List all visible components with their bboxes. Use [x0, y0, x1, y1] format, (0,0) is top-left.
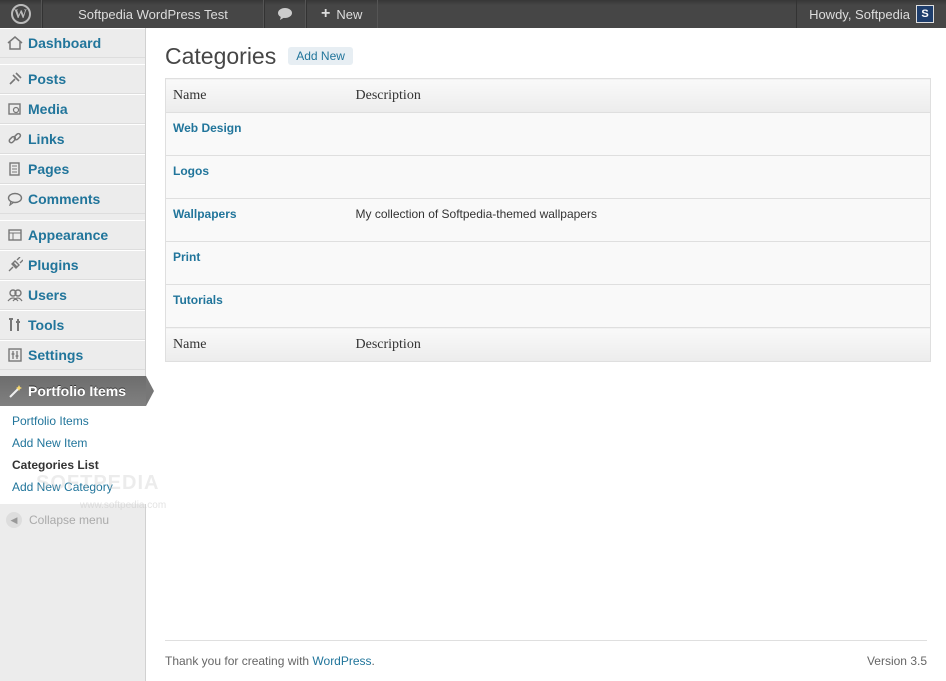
wordpress-logo-button[interactable]: W	[0, 0, 42, 28]
wordpress-logo-icon: W	[10, 4, 31, 24]
page-header: Categories Add New	[165, 28, 931, 84]
category-description-cell: My collection of Softpedia-themed wallpa…	[348, 198, 931, 242]
plus-icon: +	[321, 5, 331, 22]
menu-portfolio-items[interactable]: Portfolio Items	[0, 376, 154, 406]
table-row: Print	[165, 241, 931, 285]
comments-button[interactable]	[264, 0, 306, 28]
category-name-cell: Tutorials	[165, 284, 349, 328]
comment-icon	[6, 190, 24, 208]
column-footer-name[interactable]: Name	[165, 327, 349, 362]
dashboard-icon	[6, 34, 24, 52]
collapse-menu-label: Collapse menu	[29, 513, 110, 527]
admin-footer: Thank you for creating with WordPress. V…	[165, 640, 927, 668]
wordpress-link[interactable]: WordPress	[312, 654, 371, 668]
wand-icon	[6, 382, 24, 400]
collapse-menu-button[interactable]: ◀ Collapse menu	[0, 508, 145, 532]
menu-plugins[interactable]: Plugins	[0, 250, 145, 280]
menu-label: Tools	[28, 317, 65, 333]
table-footer-row: Name Description	[165, 327, 931, 362]
appearance-icon	[6, 226, 24, 244]
new-content-label: New	[336, 6, 363, 22]
page-title: Categories	[165, 42, 277, 69]
menu-tools[interactable]: Tools	[0, 310, 145, 340]
column-footer-description[interactable]: Description	[348, 327, 931, 362]
footer-thanks-text: Thank you for creating with	[165, 654, 313, 668]
admin-bar-spacer	[378, 0, 796, 28]
menu-pages[interactable]: Pages	[0, 154, 145, 184]
media-icon	[6, 100, 24, 118]
menu-appearance[interactable]: Appearance	[0, 220, 145, 250]
footer-thanks: Thank you for creating with WordPress.	[165, 654, 375, 668]
menu-label: Pages	[28, 161, 70, 177]
category-name-link[interactable]: Logos	[173, 164, 209, 178]
my-account-menu[interactable]: Howdy, Softpedia S	[796, 0, 946, 28]
menu-label: Posts	[28, 71, 67, 87]
users-icon	[6, 286, 24, 304]
menu-label: Dashboard	[28, 35, 102, 51]
category-name-link[interactable]: Web Design	[173, 121, 241, 135]
column-header-description[interactable]: Description	[348, 78, 931, 113]
link-icon	[6, 130, 24, 148]
submenu-add-new-item[interactable]: Add New Item	[0, 432, 146, 454]
admin-bar: W Softpedia WordPress Test + New Howdy, …	[0, 0, 946, 28]
menu-label: Users	[28, 287, 67, 303]
watermark: SOFTPEDIA	[36, 472, 160, 494]
settings-icon	[6, 346, 24, 364]
pin-icon	[6, 70, 24, 88]
main-content: Categories Add New Name Description Web …	[165, 28, 931, 362]
plugin-icon	[6, 256, 24, 274]
table-row: Web Design	[165, 112, 931, 156]
menu-posts[interactable]: Posts	[0, 64, 145, 94]
table-row: Wallpapers My collection of Softpedia-th…	[165, 198, 931, 242]
footer-thanks-suffix: .	[371, 654, 375, 668]
categories-table: Name Description Web Design Logos Wallpa…	[165, 78, 931, 362]
tools-icon	[6, 316, 24, 334]
category-name-link[interactable]: Print	[173, 250, 200, 264]
watermark-url: www.softpedia.com	[80, 500, 167, 511]
new-content-button[interactable]: + New	[306, 0, 378, 28]
category-name-cell: Logos	[165, 155, 349, 199]
menu-links[interactable]: Links	[0, 124, 145, 154]
menu-users[interactable]: Users	[0, 280, 145, 310]
menu-label: Plugins	[28, 257, 79, 273]
menu-dashboard[interactable]: Dashboard	[0, 28, 145, 58]
category-name-cell: Print	[165, 241, 349, 285]
menu-label: Portfolio Items	[28, 383, 127, 399]
admin-sidebar: Dashboard Posts Media Links Pages Commen…	[0, 28, 154, 681]
category-name-cell: Web Design	[165, 112, 349, 156]
category-description-cell	[348, 284, 931, 328]
menu-comments[interactable]: Comments	[0, 184, 145, 214]
avatar: S	[916, 5, 934, 23]
pages-icon	[6, 160, 24, 178]
speech-bubble-icon	[278, 8, 292, 20]
category-description-cell	[348, 112, 931, 156]
category-description-cell	[348, 155, 931, 199]
add-new-button[interactable]: Add New	[288, 47, 353, 65]
menu-settings[interactable]: Settings	[0, 340, 145, 370]
category-description-cell	[348, 241, 931, 285]
menu-media[interactable]: Media	[0, 94, 145, 124]
menu-label: Settings	[28, 347, 84, 363]
table-row: Tutorials	[165, 284, 931, 328]
menu-label: Comments	[28, 191, 101, 207]
category-name-cell: Wallpapers	[165, 198, 349, 242]
menu-label: Appearance	[28, 227, 109, 243]
submenu-portfolio-items[interactable]: Portfolio Items	[0, 410, 146, 432]
version-label: Version 3.5	[866, 654, 927, 668]
menu-label: Links	[28, 131, 65, 147]
table-row: Logos	[165, 155, 931, 199]
category-name-link[interactable]: Tutorials	[173, 293, 223, 307]
site-name-link[interactable]: Softpedia WordPress Test	[42, 0, 264, 28]
howdy-label: Howdy, Softpedia	[809, 6, 910, 22]
column-header-name[interactable]: Name	[165, 78, 349, 113]
collapse-arrow-icon: ◀	[6, 512, 22, 528]
category-name-link[interactable]: Wallpapers	[173, 207, 237, 221]
menu-label: Media	[28, 101, 68, 117]
table-header-row: Name Description	[165, 78, 931, 113]
